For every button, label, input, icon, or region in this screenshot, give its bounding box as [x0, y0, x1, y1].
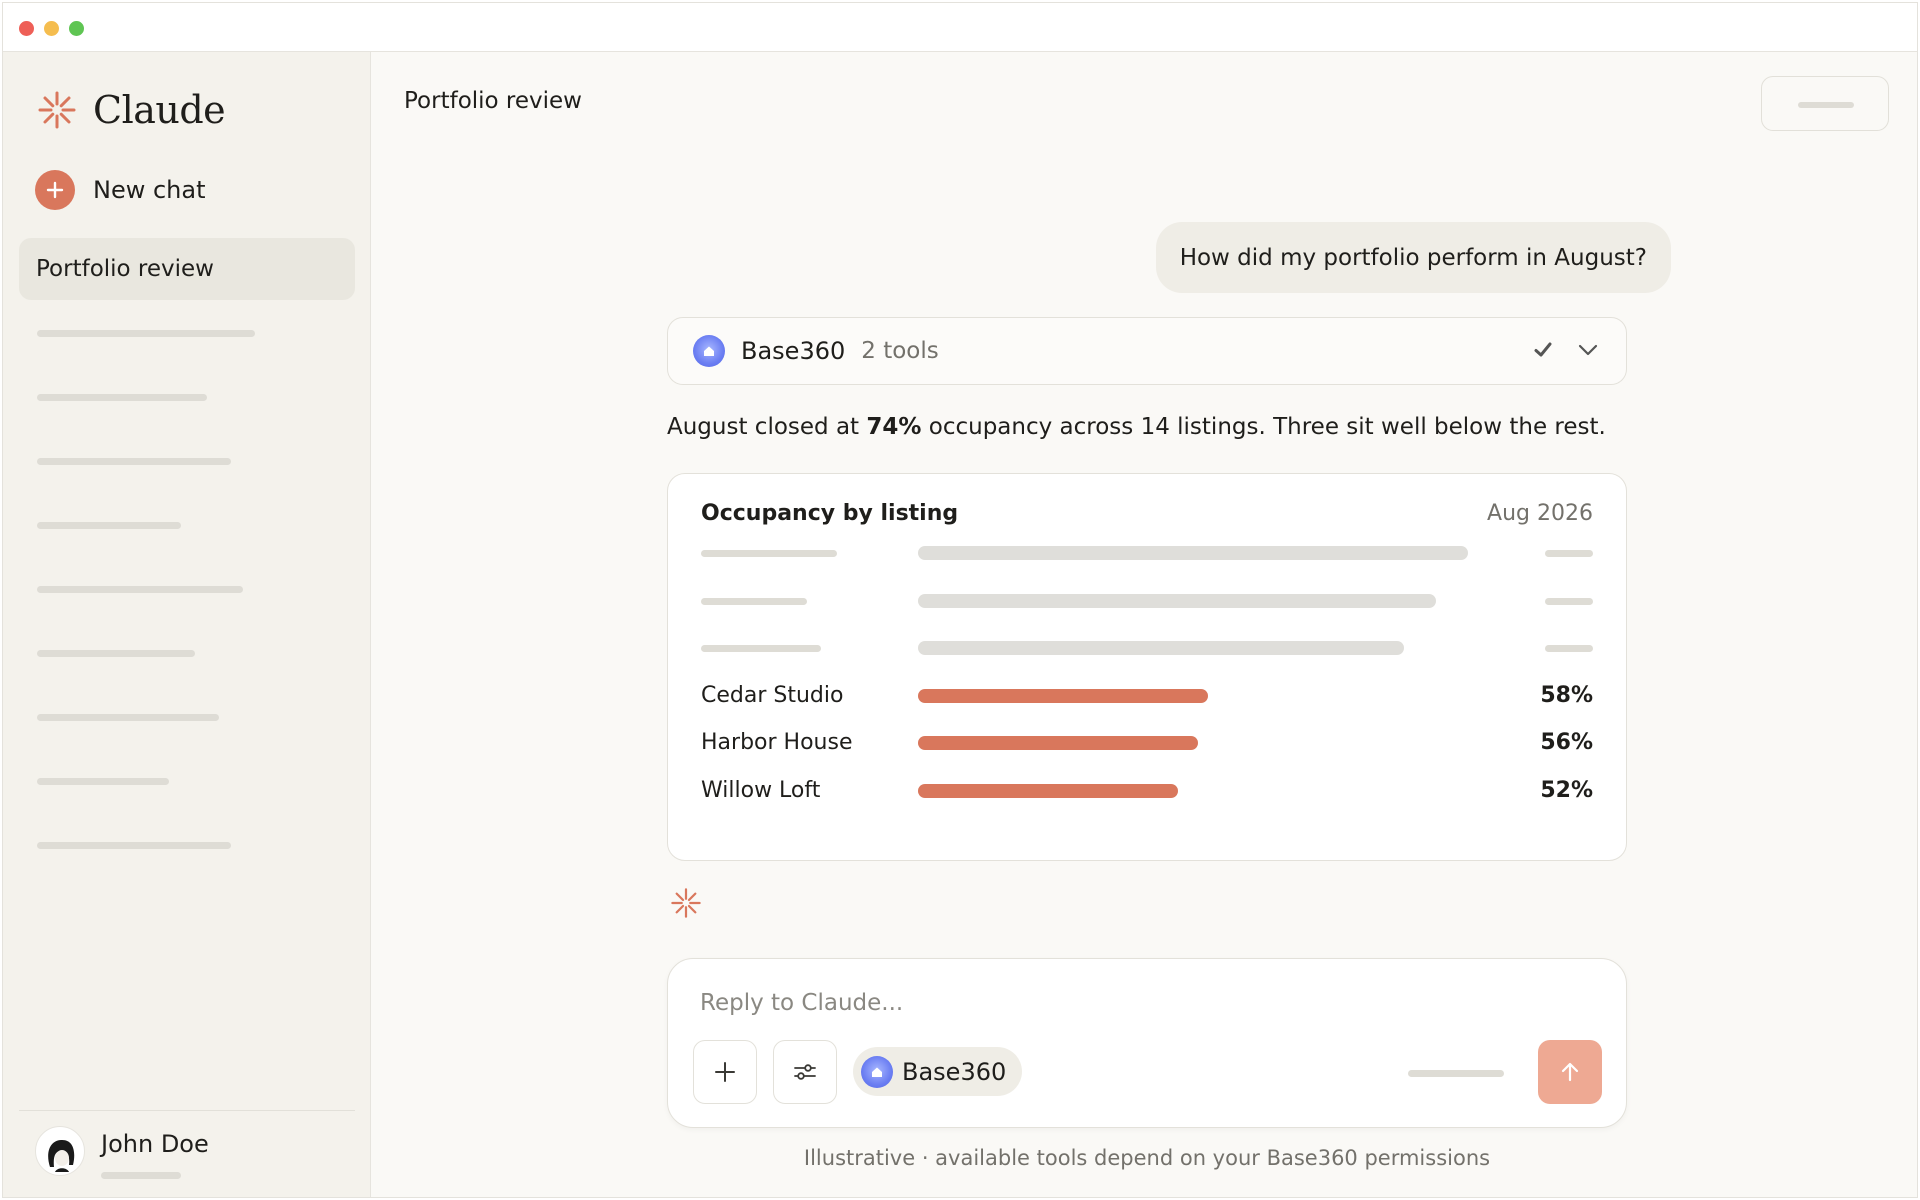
summary-prefix: August closed at [667, 414, 867, 440]
header-action-placeholder [1798, 102, 1854, 108]
sidebar: Claude New chat Portfolio review John Do… [3, 52, 371, 1197]
chart-placeholder-bar [918, 641, 1405, 655]
chart-placeholder-label [701, 645, 821, 652]
claude-spark-icon [671, 888, 701, 918]
chart-placeholder-value [1545, 645, 1593, 652]
chart-category-label: Harbor House [701, 730, 853, 755]
sidebar-placeholder-item[interactable] [37, 778, 169, 785]
new-chat-label: New chat [93, 176, 206, 204]
chart-bar-track [918, 783, 1558, 798]
chart-bar [918, 736, 1198, 750]
sliders-icon [794, 1064, 816, 1080]
check-icon [1534, 342, 1552, 357]
user-message: How did my portfolio perform in August? [1155, 222, 1671, 293]
chart-bar-track [918, 593, 1558, 608]
sidebar-placeholder-item[interactable] [37, 586, 243, 593]
new-chat-button[interactable]: New chat [35, 170, 206, 210]
base360-connector-chip[interactable]: Base360 [853, 1047, 1023, 1096]
avatar [35, 1126, 85, 1176]
chart-value-label: 52% [1540, 777, 1593, 803]
reply-input[interactable] [700, 985, 1400, 1021]
sidebar-placeholder-item[interactable] [37, 458, 231, 465]
app-window: Claude New chat Portfolio review John Do… [2, 2, 1918, 1198]
chart-placeholder-row [668, 586, 1626, 616]
tools-settings-button[interactable] [773, 1040, 837, 1104]
base360-icon [693, 335, 725, 367]
sidebar-placeholder-item[interactable] [37, 842, 231, 849]
chart-placeholder-row [668, 633, 1626, 663]
maximize-window-button[interactable] [69, 21, 84, 36]
chart-row: Cedar Studio 58% [668, 681, 1626, 711]
chart-placeholder-label [701, 597, 807, 605]
plus-icon [35, 170, 75, 210]
chart-category-label: Cedar Studio [701, 682, 844, 708]
brand-name: Claude [93, 88, 226, 132]
send-button[interactable] [1538, 1040, 1602, 1104]
sidebar-placeholder-item[interactable] [37, 714, 219, 721]
sidebar-item-portfolio-review[interactable]: Portfolio review [19, 238, 355, 300]
composer: Base360 [667, 958, 1627, 1128]
chart-value-label: 56% [1540, 730, 1593, 755]
chat-main: Portfolio review How did my portfolio pe… [372, 52, 1917, 1197]
tool-count: 2 tools [861, 338, 939, 364]
chart-subtitle: Aug 2026 [1487, 501, 1593, 526]
chevron-down-icon[interactable] [1576, 338, 1600, 362]
chart-bar-track [918, 736, 1558, 750]
chart-row: Harbor House 56% [668, 728, 1626, 758]
chart-row: Willow Loft 52% [668, 776, 1626, 806]
brand[interactable]: Claude [37, 88, 226, 132]
base360-icon [861, 1055, 893, 1088]
title-bar [3, 3, 1917, 52]
arrow-up-icon [1561, 1062, 1579, 1082]
summary-suffix: occupancy across 14 listings. Three sit … [921, 414, 1606, 440]
sidebar-placeholder-item[interactable] [37, 330, 255, 337]
user-menu[interactable]: John Doe [35, 1126, 209, 1179]
summary-highlight: 74% [866, 414, 922, 440]
chart-value-label: 58% [1540, 682, 1593, 708]
chart-placeholder-bar [918, 593, 1437, 608]
chart-bar [918, 783, 1178, 798]
minimize-window-button[interactable] [44, 21, 59, 36]
user-name: John Doe [101, 1130, 209, 1158]
header-action-button[interactable] [1761, 76, 1889, 131]
chart-placeholder-bar [918, 546, 1469, 560]
chart-placeholder-label [701, 550, 837, 557]
chart-bar-track [918, 546, 1558, 560]
sidebar-placeholder-item[interactable] [37, 650, 195, 657]
sidebar-placeholder-item[interactable] [37, 394, 207, 401]
attach-button[interactable] [693, 1040, 757, 1104]
model-selector-placeholder[interactable] [1408, 1070, 1504, 1077]
tool-name: Base360 [741, 337, 846, 365]
close-window-button[interactable] [19, 21, 34, 36]
claude-spark-icon [38, 91, 76, 129]
sidebar-placeholder-item[interactable] [37, 522, 181, 529]
chart-title: Occupancy by listing [701, 501, 959, 526]
occupancy-chart-card: Occupancy by listing Aug 2026 Cedar Stud… [667, 473, 1627, 861]
chart-bar [918, 688, 1208, 703]
chart-placeholder-row [668, 538, 1626, 568]
page-title: Portfolio review [404, 88, 582, 114]
chart-bar-track [918, 688, 1558, 703]
user-plan-placeholder [101, 1172, 181, 1179]
connector-label: Base360 [902, 1057, 1007, 1086]
chart-placeholder-value [1545, 597, 1593, 605]
plus-icon [715, 1062, 735, 1082]
chart-placeholder-value [1545, 550, 1593, 557]
chart-bar-track [918, 641, 1558, 655]
sidebar-divider [19, 1110, 355, 1111]
tool-use-block[interactable]: Base360 2 tools [667, 317, 1627, 385]
chart-category-label: Willow Loft [701, 777, 821, 803]
footnote: Illustrative · available tools depend on… [803, 1146, 1491, 1170]
assistant-summary: August closed at 74% occupancy across 14… [667, 414, 1606, 440]
